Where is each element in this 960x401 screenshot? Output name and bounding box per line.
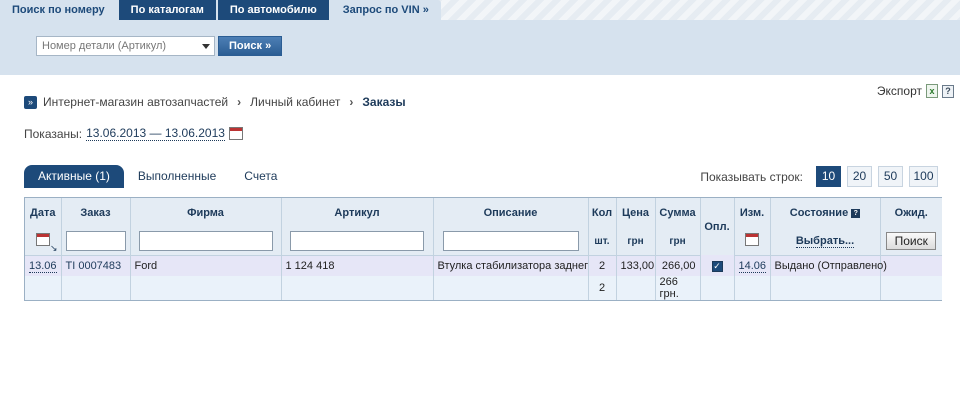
col-date[interactable]: Дата [25,198,62,228]
row-paid-cell: ✓ [700,255,735,276]
calendar-icon[interactable] [35,233,50,247]
help-icon[interactable]: ? [851,208,861,218]
col-description[interactable]: Описание [433,198,589,228]
sum-unit: грн [655,228,701,256]
row-changed[interactable]: 14.06 [738,259,767,273]
sort-arrow-icon[interactable]: ↘ [50,243,58,254]
col-qty[interactable]: Кол [588,198,617,228]
order-filter-input[interactable] [65,231,126,252]
col-firm[interactable]: Фирма [130,198,282,228]
col-paid[interactable]: Опл. [700,198,735,255]
breadcrumb-orders: Заказы [362,95,406,109]
tab-by-car[interactable]: По автомобилю [217,0,329,20]
breadcrumb-separator: › [349,95,354,109]
row-description: Втулка стабилизатора заднего [433,255,589,276]
rows-option-50[interactable]: 50 [878,166,903,187]
col-changed[interactable]: Изм. [734,198,771,228]
orders-table: Дата Заказ Фирма Артикул Описание Кол Це… [24,197,942,301]
firm-filter-input[interactable] [138,231,273,252]
double-chevron-icon: » [24,95,37,109]
total-qty: 2 [588,276,617,300]
row-firm: Ford [130,255,282,276]
article-filter-cell [281,228,434,256]
chevron-down-icon [202,44,210,49]
row-order[interactable]: TI 0007483 [66,260,122,272]
header: Поиск по номеру По каталогам По автомоби… [0,0,960,75]
row-date[interactable]: 13.06 [29,259,57,273]
tab-active[interactable]: Активные (1) [24,165,124,188]
col-article[interactable]: Артикул [281,198,434,228]
row-state: Выдано (Отправлено) [770,255,887,276]
table-row[interactable]: 13.06 TI 0007483 Ford 1 124 418 Втулка с… [25,255,942,276]
export: Экспорт x ? [877,84,954,98]
calendar-icon[interactable] [745,233,759,247]
date-range: Показаны: 13.06.2013 — 13.06.2013 [24,126,243,141]
col-order[interactable]: Заказ [61,198,131,228]
rows-option-100[interactable]: 100 [909,166,938,187]
tab-search-by-number[interactable]: Поиск по номеру [0,0,117,20]
description-filter-input[interactable] [442,231,579,252]
col-price[interactable]: Цена [616,198,656,228]
totals-row: 2 266 грн. [25,276,942,300]
state-choose-link[interactable]: Выбрать... [795,235,855,249]
rows-option-20[interactable]: 20 [847,166,872,187]
col-sum[interactable]: Сумма [655,198,701,228]
col-expected[interactable]: Ожид. [880,198,942,228]
breadcrumb: » Интернет-магазин автозапчастей › Личны… [24,95,406,109]
calendar-icon[interactable] [228,127,243,140]
row-expected [880,255,942,276]
changed-filter-cell [734,228,771,256]
filter-search-button[interactable]: Поиск [886,232,937,251]
state-filter-cell: Выбрать... [770,228,881,256]
article-filter-input[interactable] [290,231,424,252]
excel-icon[interactable]: x [926,84,938,98]
row-qty: 2 [588,255,617,276]
rows-per-page-label: Показывать строк: [700,169,803,184]
search-cell: Поиск [880,228,942,256]
part-number-select[interactable]: Номер детали (Артикул) [36,36,215,56]
export-link[interactable]: Экспорт [877,84,922,98]
description-filter-cell [433,228,589,256]
shown-label: Показаны: [24,126,83,141]
total-sum: 266 грн. [655,276,701,300]
paid-checkbox[interactable]: ✓ [711,260,723,272]
breadcrumb-account[interactable]: Личный кабинет [250,95,340,109]
help-icon[interactable]: ? [942,84,954,98]
qty-unit: шт. [588,228,617,256]
tab-invoices[interactable]: Счета [230,165,291,188]
price-unit: грн [616,228,656,256]
order-tabs: Активные (1) Выполненные Счета [24,165,291,188]
tab-completed[interactable]: Выполненные [124,165,230,188]
rows-option-10[interactable]: 10 [816,166,841,187]
col-state-label: Состояние [789,207,849,219]
search-button[interactable]: Поиск » [218,36,283,56]
top-tabs: Поиск по номеру По каталогам По автомоби… [0,0,443,20]
col-state[interactable]: Состояние? [770,198,881,228]
part-number-placeholder: Номер детали (Артикул) [42,40,167,52]
header-pattern [400,0,960,20]
breadcrumb-separator: › [237,95,242,109]
date-range-link[interactable]: 13.06.2013 — 13.06.2013 [86,126,225,141]
tab-vin-request[interactable]: Запрос по VIN » [330,0,441,20]
search-row: Номер детали (Артикул) Поиск » [36,36,283,56]
rows-per-page: Показывать строк: 10 20 50 100 [700,166,938,187]
firm-filter-cell [130,228,282,256]
breadcrumb-shop[interactable]: Интернет-магазин автозапчастей [43,95,228,109]
date-filter-cell: ↘ [25,228,62,256]
row-sum: 266,00 [655,255,701,276]
row-article: 1 124 418 [281,255,434,276]
row-price: 133,00 [616,255,656,276]
order-filter-cell [61,228,131,256]
tab-catalogs[interactable]: По каталогам [118,0,216,20]
